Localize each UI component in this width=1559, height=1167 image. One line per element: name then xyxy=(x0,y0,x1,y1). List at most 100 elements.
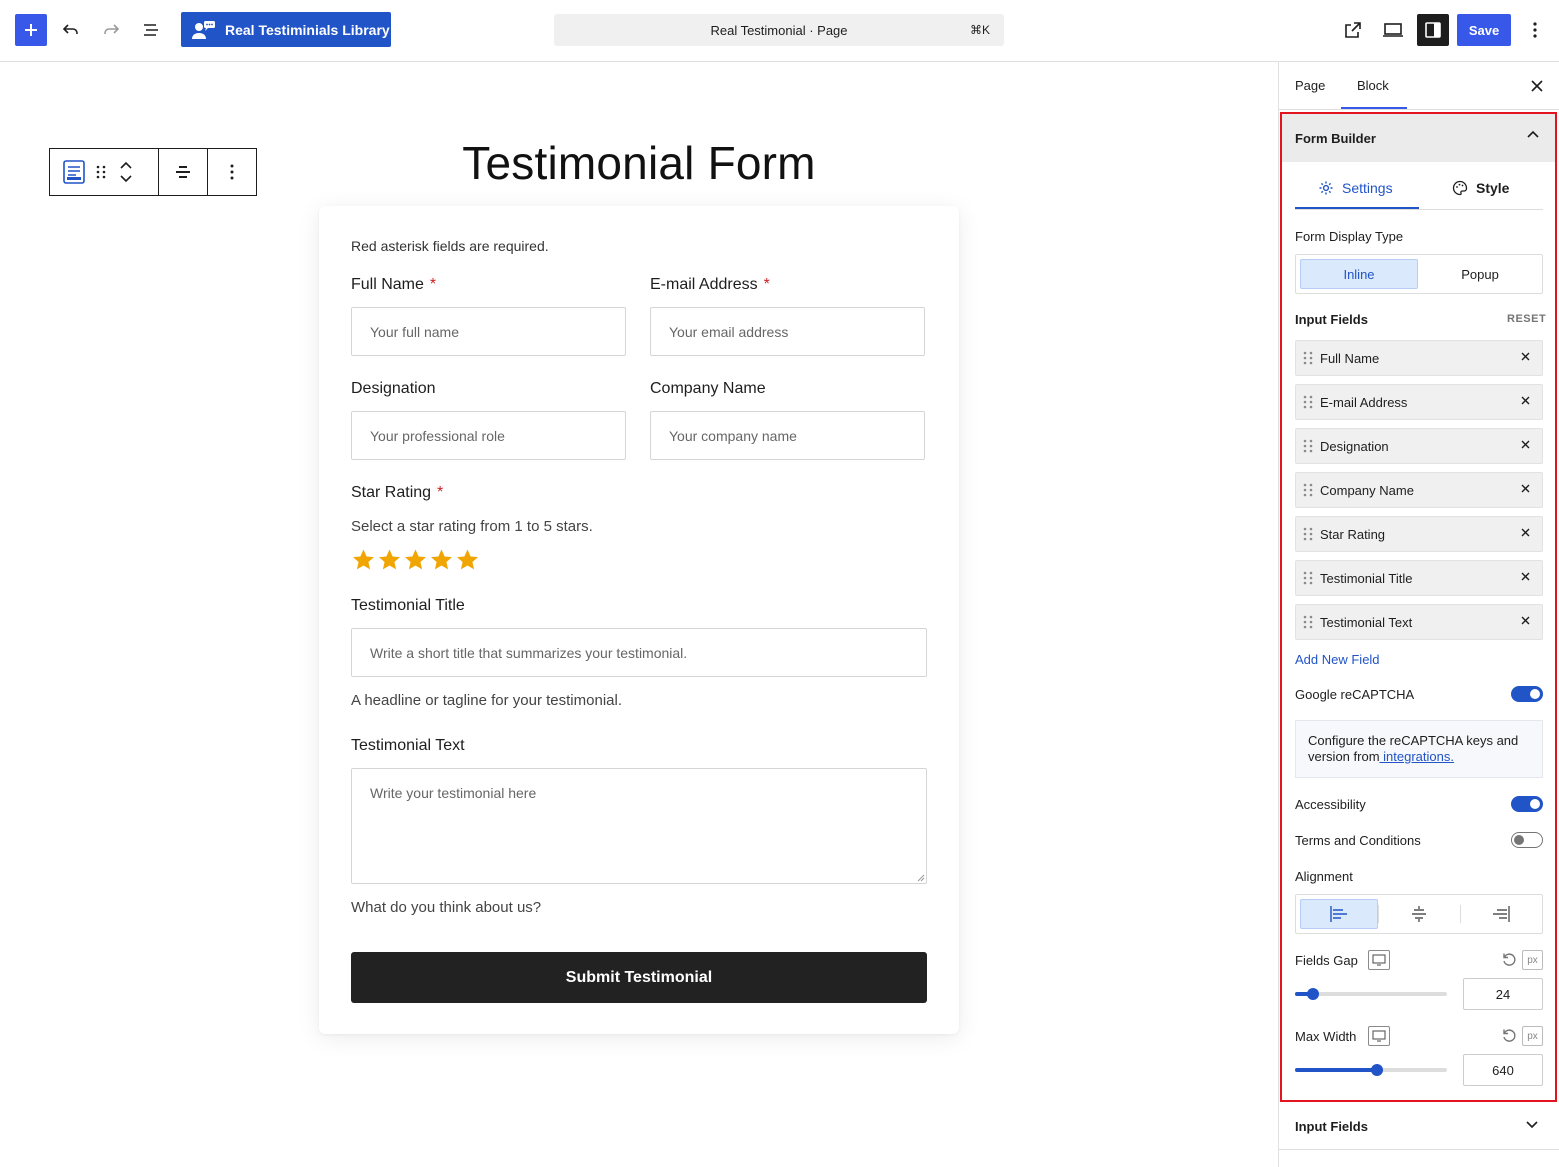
field-item[interactable]: Star Rating xyxy=(1295,516,1543,552)
remove-field-button[interactable] xyxy=(1521,352,1530,361)
slider-thumb[interactable] xyxy=(1307,988,1319,1000)
fields-gap-input[interactable]: 24 xyxy=(1463,978,1543,1010)
recaptcha-toggle[interactable] xyxy=(1511,686,1543,702)
block-type-button[interactable] xyxy=(62,159,86,185)
reset-max-width-button[interactable] xyxy=(1501,1028,1517,1044)
display-inline-option[interactable]: Inline xyxy=(1300,259,1418,289)
remove-field-button[interactable] xyxy=(1521,616,1530,625)
drag-icon[interactable] xyxy=(1303,350,1313,366)
sidebar-tabs: Page Block xyxy=(1279,62,1559,110)
unit-selector[interactable]: px xyxy=(1522,950,1543,970)
full-name-input[interactable]: Your full name xyxy=(351,307,626,356)
remove-field-button[interactable] xyxy=(1521,440,1530,449)
tab-style[interactable]: Style xyxy=(1452,180,1509,196)
drag-handle[interactable] xyxy=(96,164,106,180)
remove-field-button[interactable] xyxy=(1521,572,1530,581)
drag-icon[interactable] xyxy=(1303,394,1313,410)
add-new-field-link[interactable]: Add New Field xyxy=(1295,652,1380,667)
star-rating-label: Star Rating * xyxy=(351,484,443,502)
close-icon xyxy=(1521,440,1530,449)
chevron-down-icon[interactable] xyxy=(120,175,132,183)
undo-button[interactable] xyxy=(55,14,87,46)
designation-input[interactable]: Your professional role xyxy=(351,411,626,460)
star-icon[interactable] xyxy=(455,548,480,572)
display-popup-option[interactable]: Popup xyxy=(1422,259,1538,289)
tab-settings[interactable]: Settings xyxy=(1318,180,1393,196)
align-right-icon xyxy=(1493,906,1510,922)
reset-fields-button[interactable]: RESET xyxy=(1507,313,1546,325)
full-name-label: Full Name * xyxy=(351,276,436,294)
field-item[interactable]: Company Name xyxy=(1295,472,1543,508)
divider xyxy=(1460,905,1461,923)
accessibility-toggle[interactable] xyxy=(1511,796,1543,812)
email-input[interactable]: Your email address xyxy=(650,307,925,356)
palette-icon xyxy=(1452,180,1468,196)
remove-field-button[interactable] xyxy=(1521,484,1530,493)
active-tab-indicator xyxy=(1341,107,1407,109)
redo-button[interactable] xyxy=(95,14,127,46)
company-input[interactable]: Your company name xyxy=(650,411,925,460)
form-builder-panel-header[interactable]: Form Builder xyxy=(1282,114,1555,162)
field-item-label: Testimonial Title xyxy=(1320,570,1413,586)
star-rating-input[interactable] xyxy=(351,548,480,572)
close-icon xyxy=(1521,616,1530,625)
view-page-button[interactable] xyxy=(1337,14,1369,46)
submit-testimonial-button[interactable]: Submit Testimonial xyxy=(351,952,927,1003)
unit-selector[interactable]: px xyxy=(1522,1026,1543,1046)
drag-icon[interactable] xyxy=(1303,438,1313,454)
terms-toggle[interactable] xyxy=(1511,832,1543,848)
input-fields-panel-header[interactable]: Input Fields xyxy=(1279,1104,1559,1150)
slider-thumb[interactable] xyxy=(1371,1064,1383,1076)
testimonials-library-button[interactable]: Real Testiminials Library xyxy=(181,12,391,47)
align-left-button[interactable] xyxy=(1300,899,1378,929)
responsive-device-button[interactable] xyxy=(1368,950,1390,970)
field-item[interactable]: Full Name xyxy=(1295,340,1543,376)
command-palette-bar[interactable]: Real Testimonial · Page ⌘K xyxy=(554,14,1004,46)
field-item[interactable]: E-mail Address xyxy=(1295,384,1543,420)
preview-button[interactable] xyxy=(1377,14,1409,46)
resize-handle-icon[interactable] xyxy=(917,874,925,882)
page-title[interactable]: Testimonial Form xyxy=(319,136,959,190)
drag-icon[interactable] xyxy=(1303,614,1313,630)
reset-fields-gap-button[interactable] xyxy=(1501,952,1517,968)
star-icon[interactable] xyxy=(351,548,376,572)
block-options-button[interactable] xyxy=(208,149,256,195)
align-right-button[interactable] xyxy=(1462,899,1540,929)
options-menu-button[interactable] xyxy=(1519,14,1551,46)
field-item[interactable]: Testimonial Text xyxy=(1295,604,1543,640)
drag-icon[interactable] xyxy=(1303,482,1313,498)
tab-block[interactable]: Block xyxy=(1357,78,1389,93)
settings-toggle-button[interactable] xyxy=(1417,14,1449,46)
save-button[interactable]: Save xyxy=(1457,14,1511,46)
close-sidebar-button[interactable] xyxy=(1527,76,1547,96)
integrations-link[interactable]: integrations. xyxy=(1380,749,1454,764)
responsive-device-button[interactable] xyxy=(1368,1026,1390,1046)
chevron-up-icon xyxy=(1527,130,1539,138)
align-center-button[interactable] xyxy=(1380,899,1458,929)
fields-gap-slider[interactable] xyxy=(1295,988,1447,1000)
designation-label: Designation xyxy=(351,380,436,397)
tab-page[interactable]: Page xyxy=(1295,78,1325,93)
email-label: E-mail Address * xyxy=(650,276,770,294)
field-item[interactable]: Testimonial Title xyxy=(1295,560,1543,596)
company-label: Company Name xyxy=(650,380,766,397)
align-block-button[interactable] xyxy=(159,149,208,195)
max-width-slider[interactable] xyxy=(1295,1064,1447,1076)
add-block-button[interactable] xyxy=(15,14,47,46)
chevron-up-icon[interactable] xyxy=(120,161,132,169)
field-item[interactable]: Designation xyxy=(1295,428,1543,464)
testimonial-text-input[interactable]: Write your testimonial here xyxy=(351,768,927,884)
drag-icon[interactable] xyxy=(1303,526,1313,542)
testimonial-title-input[interactable]: Write a short title that summarizes your… xyxy=(351,628,927,677)
field-item-label: Star Rating xyxy=(1320,526,1386,542)
star-icon[interactable] xyxy=(403,548,428,572)
max-width-input[interactable]: 640 xyxy=(1463,1054,1543,1086)
star-icon[interactable] xyxy=(429,548,454,572)
remove-field-button[interactable] xyxy=(1521,396,1530,405)
drag-icon[interactable] xyxy=(1303,570,1313,586)
desktop-icon xyxy=(1372,954,1386,966)
document-overview-button[interactable] xyxy=(135,14,167,46)
remove-field-button[interactable] xyxy=(1521,528,1530,537)
star-icon[interactable] xyxy=(377,548,402,572)
max-width-label: Max Width xyxy=(1295,1029,1357,1044)
